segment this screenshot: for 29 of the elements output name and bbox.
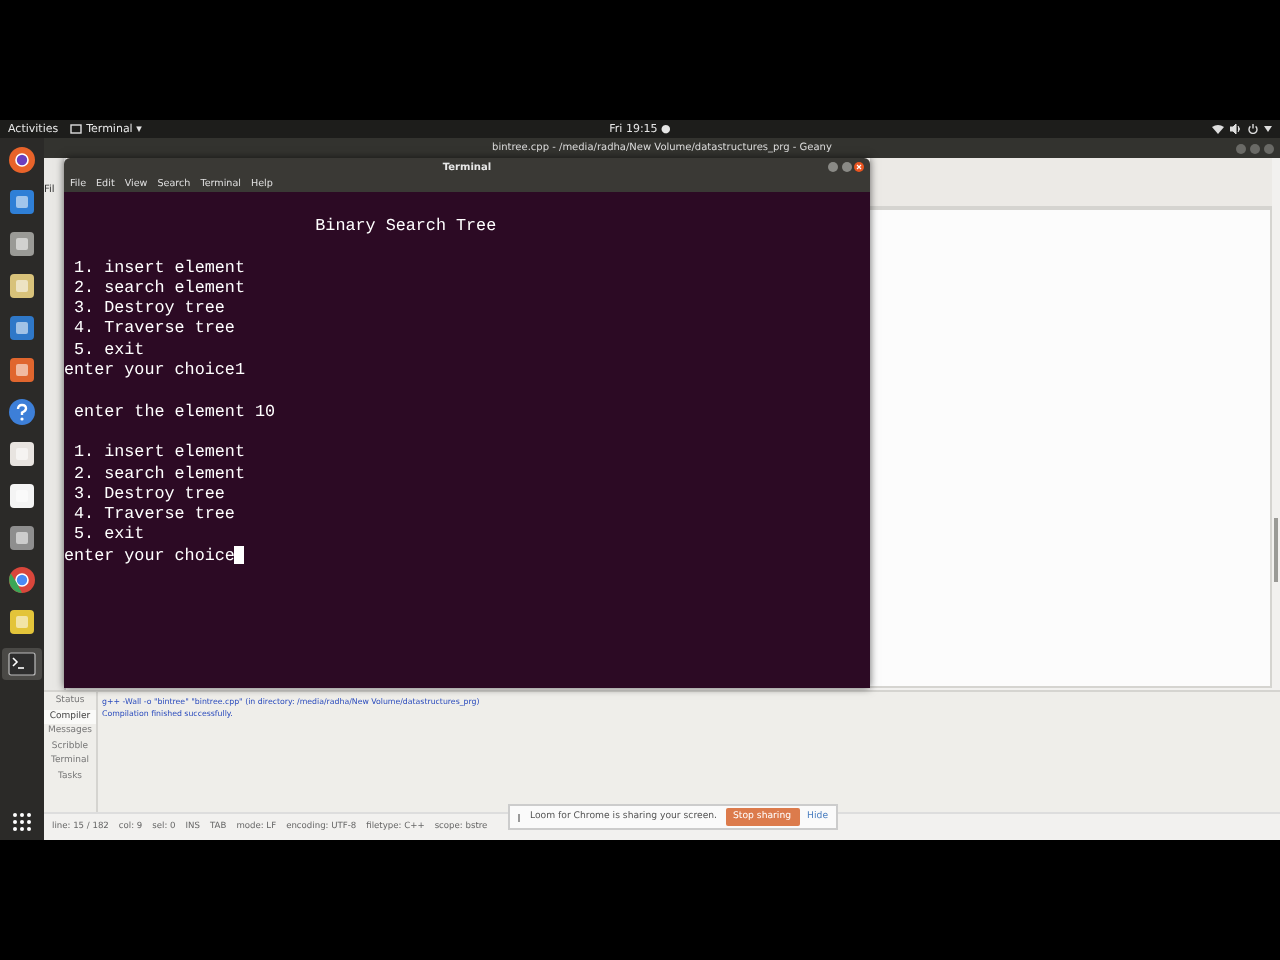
- maximize-button[interactable]: [841, 162, 851, 172]
- terminal-icon[interactable]: [8, 652, 36, 676]
- terminal-line: 4. Traverse tree: [72, 504, 235, 525]
- app-grid-icon[interactable]: [12, 812, 32, 832]
- volume-icon[interactable]: [1230, 124, 1242, 134]
- terminal-line: 5. exit: [72, 524, 145, 546]
- chrome-icon[interactable]: [8, 566, 36, 594]
- terminal-line: 1. insert element: [72, 257, 245, 278]
- caret-icon[interactable]: [1264, 126, 1272, 132]
- terminal-line: Binary Search Tree: [313, 216, 497, 237]
- help-icon[interactable]: [8, 398, 36, 426]
- terminal-line: 4. Traverse tree: [72, 318, 235, 340]
- scrollbar-thumb[interactable]: [1274, 518, 1278, 582]
- terminal-line: 1. insert element: [72, 442, 245, 464]
- terminal-line: 5. exit: [72, 339, 145, 361]
- terminal-line: enter your choice: [64, 545, 235, 567]
- terminal-line: 3. Destroy tree: [72, 298, 225, 319]
- terminal-line: enter your choice1: [64, 360, 245, 381]
- terminal-line: 3. Destroy tree: [72, 483, 225, 505]
- drag-handle-icon[interactable]: [518, 813, 522, 821]
- minimize-button[interactable]: [828, 162, 838, 172]
- terminal-icon: [70, 124, 83, 134]
- terminal-line: 2. search element: [72, 463, 245, 484]
- browser-icon[interactable]: [8, 146, 36, 174]
- close-button[interactable]: [854, 162, 864, 172]
- terminal-line: 2. search element: [72, 277, 245, 299]
- power-icon[interactable]: [1248, 124, 1258, 134]
- wifi-icon[interactable]: [1212, 124, 1224, 134]
- terminal-line: enter the element 10: [72, 401, 276, 422]
